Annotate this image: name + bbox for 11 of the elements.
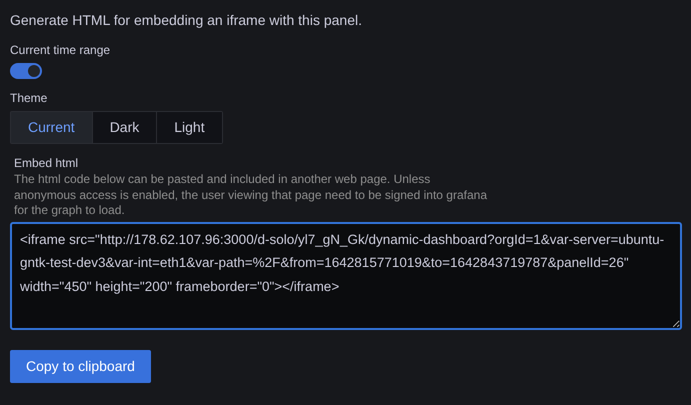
theme-option[interactable]: Current (11, 112, 92, 143)
copy-button[interactable]: Copy to clipboard (10, 350, 151, 382)
field-label: Current time range (10, 42, 112, 59)
field-label: Embed html (14, 155, 80, 172)
toggle-switch[interactable] (10, 63, 42, 79)
field-label: Theme (10, 90, 48, 107)
theme-option[interactable]: Light (156, 112, 222, 143)
theme-option[interactable]: Dark (92, 112, 156, 143)
help-text: The html code below can be pasted and included in another web page. Unless anonymous access is enabled, the user viewing that page need to be signed into grafana for the graph to load. (14, 172, 488, 218)
code-field[interactable]: <iframe src="http://178.62.107.96:3000/d-solo/yl7_gN_Gk/dynamic-dashboard?orgId=1&var-server=ubuntu-gntk-test-dev3&var-int=eth1&var-path=%2F&from=1642815771019&to=1642843719787&panelId=26" width="450" height="200" frameborder="0"></iframe> (10, 222, 682, 330)
intro-text: Generate HTML for embedding an iframe with this panel. (10, 11, 363, 30)
